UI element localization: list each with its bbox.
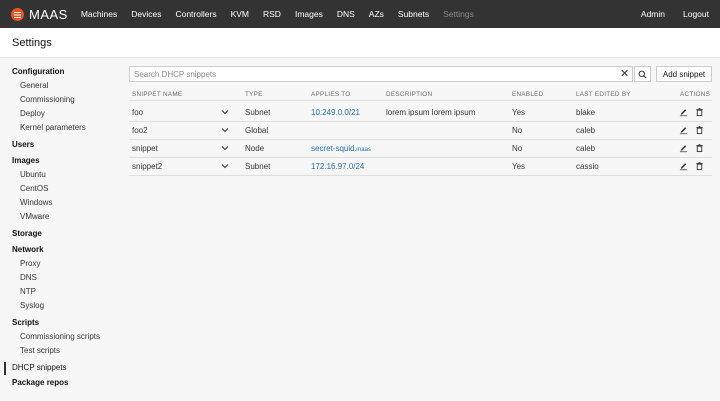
search-box: ✕ xyxy=(129,66,633,82)
table-row[interactable]: foo2 Global No caleb xyxy=(129,122,712,140)
sidebar-heading-users[interactable]: Users xyxy=(12,140,34,149)
snippet-applies-to[interactable]: 172.16.97.0/24 xyxy=(311,162,364,171)
snippet-type: Node xyxy=(245,144,265,153)
snippet-last-edited-by: caleb xyxy=(576,144,596,153)
snippet-enabled: Yes xyxy=(512,162,526,171)
page-header: Settings xyxy=(0,28,720,58)
applies-to-name: secret-squid xyxy=(311,144,355,153)
pencil-icon[interactable] xyxy=(679,107,688,117)
add-snippet-button[interactable]: Add snippet xyxy=(656,66,712,82)
snippet-name: snippet xyxy=(132,144,158,153)
page-title: Settings xyxy=(12,37,52,49)
nav-machines[interactable]: Machines xyxy=(74,9,124,19)
snippet-enabled: No xyxy=(512,126,523,135)
snippet-type: Global xyxy=(245,126,269,135)
nav-rsd[interactable]: RSD xyxy=(256,9,288,19)
snippet-name: foo2 xyxy=(132,126,148,135)
search-icon xyxy=(638,70,647,78)
trash-icon[interactable] xyxy=(695,143,704,153)
pencil-icon[interactable] xyxy=(679,161,688,171)
sidebar-item-vmware[interactable]: VMware xyxy=(20,212,49,221)
nav-images[interactable]: Images xyxy=(288,9,330,19)
snippet-description: lorem ipsum lorem ipsum xyxy=(386,108,476,117)
table-row[interactable]: foo Subnet 10.249.0.0/21 lorem ipsum lor… xyxy=(129,104,712,122)
applies-to-name: 172.16.97.0/24 xyxy=(311,162,365,171)
chevron-down-icon[interactable] xyxy=(221,162,229,170)
snippet-name: foo xyxy=(132,108,144,117)
nav-dns[interactable]: DNS xyxy=(330,9,362,19)
nav-azs[interactable]: AZs xyxy=(362,9,391,19)
sidebar-item-general[interactable]: General xyxy=(20,81,48,90)
sidebar-item-test-scripts[interactable]: Test scripts xyxy=(20,346,60,355)
search-button[interactable] xyxy=(634,66,651,82)
column-header-snippet-name: SNIPPET NAME xyxy=(132,91,183,98)
snippet-applies-to[interactable]: secret-squid.maas xyxy=(311,144,371,153)
table-row[interactable]: snippet2 Subnet 172.16.97.0/24 Yes cassi… xyxy=(129,158,712,176)
sidebar-heading-dhcp-snippets[interactable]: DHCP snippets xyxy=(12,363,67,372)
sidebar-heading-network[interactable]: Network xyxy=(12,245,44,254)
sidebar-item-windows[interactable]: Windows xyxy=(20,198,52,207)
sidebar-item-proxy[interactable]: Proxy xyxy=(20,259,40,268)
snippet-enabled: No xyxy=(512,144,523,153)
nav-admin[interactable]: Admin xyxy=(632,9,674,19)
sidebar-heading-storage[interactable]: Storage xyxy=(12,229,42,238)
trash-icon[interactable] xyxy=(695,125,704,135)
chevron-down-icon[interactable] xyxy=(221,144,229,152)
nav-logout[interactable]: Logout xyxy=(674,9,720,19)
table-row[interactable]: snippet Node secret-squid.maas No caleb xyxy=(129,140,712,158)
sidebar-item-commissioning[interactable]: Commissioning xyxy=(20,95,75,104)
chevron-down-icon[interactable] xyxy=(221,108,229,116)
snippet-enabled: Yes xyxy=(512,108,526,117)
sidebar-item-centos[interactable]: CentOS xyxy=(20,184,48,193)
nav-subnets[interactable]: Subnets xyxy=(391,9,436,19)
chevron-down-icon[interactable] xyxy=(221,126,229,134)
top-navigation: MAAS Machines Devices Controllers KVM RS… xyxy=(0,0,720,28)
sidebar-item-ubuntu[interactable]: Ubuntu xyxy=(20,170,46,179)
applies-to-suffix: .maas xyxy=(354,147,371,153)
snippet-last-edited-by: caleb xyxy=(576,126,596,135)
snippet-type: Subnet xyxy=(245,108,271,117)
sidebar-item-deploy[interactable]: Deploy xyxy=(20,109,45,118)
sidebar-heading-scripts[interactable]: Scripts xyxy=(12,318,39,327)
applies-to-name: 10.249.0.0/21 xyxy=(311,108,360,117)
sidebar-item-commissioning-scripts[interactable]: Commissioning scripts xyxy=(20,332,100,341)
sidebar-active-indicator xyxy=(4,362,6,375)
brand-name: MAAS xyxy=(29,6,68,22)
column-header-type: TYPE xyxy=(245,91,263,98)
sidebar-item-ntp[interactable]: NTP xyxy=(20,287,36,296)
snippet-last-edited-by: cassio xyxy=(576,162,599,171)
sidebar-heading-package-repos[interactable]: Package repos xyxy=(12,378,68,387)
trash-icon[interactable] xyxy=(695,161,704,171)
nav-devices[interactable]: Devices xyxy=(124,9,168,19)
pencil-icon[interactable] xyxy=(679,143,688,153)
nav-controllers[interactable]: Controllers xyxy=(168,9,223,19)
snippet-name: snippet2 xyxy=(132,162,163,171)
close-icon[interactable]: ✕ xyxy=(620,69,629,80)
column-header-actions: ACTIONS xyxy=(680,91,711,98)
sidebar-item-syslog[interactable]: Syslog xyxy=(20,301,44,310)
column-header-applies-to: APPLIES TO xyxy=(311,91,351,98)
column-header-enabled: ENABLED xyxy=(512,91,544,98)
search-input[interactable] xyxy=(130,67,610,81)
table-header-divider xyxy=(129,100,712,101)
brand[interactable]: MAAS xyxy=(11,7,68,22)
snippet-last-edited-by: blake xyxy=(576,108,596,117)
column-header-last-edited-by: LAST EDITED BY xyxy=(576,91,631,98)
maas-logo-icon xyxy=(11,7,24,21)
snippet-type: Subnet xyxy=(245,162,271,171)
snippet-applies-to[interactable]: 10.249.0.0/21 xyxy=(311,108,360,117)
nav-settings[interactable]: Settings xyxy=(436,9,481,19)
pencil-icon[interactable] xyxy=(679,125,688,135)
sidebar-item-kernel-parameters[interactable]: Kernel parameters xyxy=(20,123,86,132)
sidebar-heading-images[interactable]: Images xyxy=(12,156,40,165)
trash-icon[interactable] xyxy=(695,107,704,117)
sidebar-item-dns[interactable]: DNS xyxy=(20,273,37,282)
sidebar-heading-configuration[interactable]: Configuration xyxy=(12,67,64,76)
column-header-description: DESCRIPTION xyxy=(386,91,433,98)
nav-kvm[interactable]: KVM xyxy=(224,9,256,19)
